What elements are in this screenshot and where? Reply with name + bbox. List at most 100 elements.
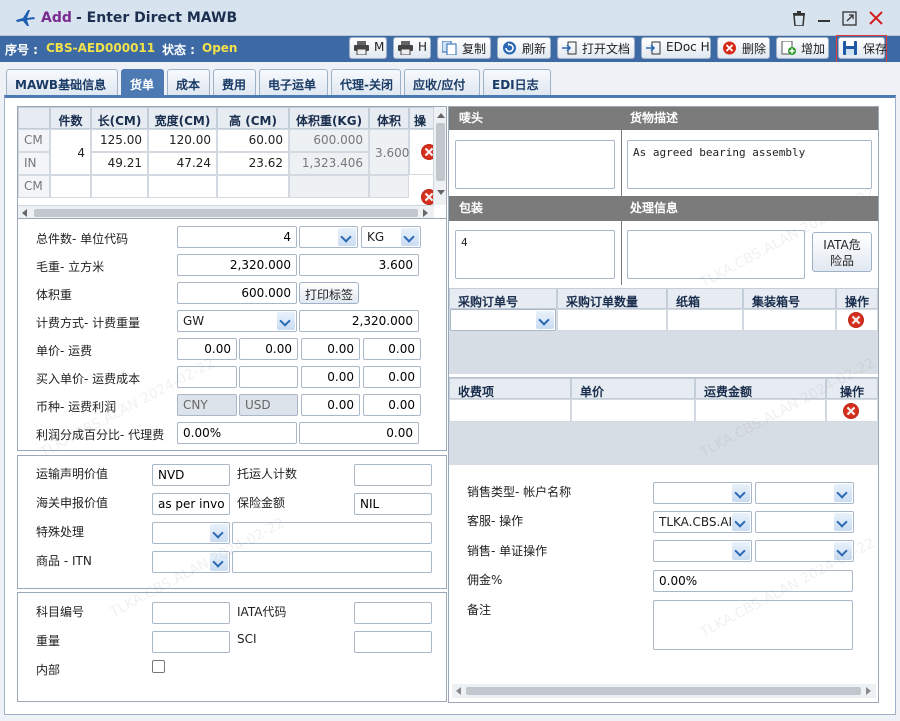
sci-input[interactable] xyxy=(354,631,432,653)
handling-info-textarea[interactable] xyxy=(627,230,805,279)
scroll-left-icon[interactable] xyxy=(456,687,461,695)
tab-ar-ap[interactable]: 应收/应付 xyxy=(404,69,480,95)
tab-fees[interactable]: 费用 xyxy=(213,69,256,95)
po-carton-cell[interactable] xyxy=(667,309,743,331)
tab-mawb-basic[interactable]: MAWB基础信息 xyxy=(6,69,118,95)
fee-amount-cell[interactable] xyxy=(695,399,826,422)
po-container-cell[interactable] xyxy=(743,309,836,331)
length-cell[interactable] xyxy=(91,175,148,198)
fee-unit-price-cell[interactable] xyxy=(571,399,695,422)
weight-input[interactable] xyxy=(152,631,230,653)
right-horizontal-scrollbar[interactable] xyxy=(452,684,876,698)
freight-profit-input[interactable] xyxy=(301,394,360,416)
tab-cost[interactable]: 成本 xyxy=(167,69,210,95)
commodity-select[interactable] xyxy=(152,551,230,573)
special-handling-select[interactable] xyxy=(152,522,230,544)
print-label-button[interactable]: 打印标签 xyxy=(299,282,359,304)
customs-value-input[interactable] xyxy=(152,493,230,515)
freight-input[interactable] xyxy=(301,338,360,360)
remark-textarea[interactable] xyxy=(653,600,853,650)
tab-edi-log[interactable]: EDI日志 xyxy=(483,69,551,95)
scroll-left-icon[interactable] xyxy=(22,209,27,217)
freight-cost-input[interactable] xyxy=(301,366,360,388)
length-cell[interactable]: 49.21 xyxy=(91,152,148,175)
cbm-input[interactable] xyxy=(299,254,419,276)
agent-fee-input[interactable] xyxy=(299,422,419,444)
unit-select-blank[interactable] xyxy=(299,226,358,248)
gross-weight-input[interactable] xyxy=(177,254,297,276)
width-cell[interactable]: 120.00 xyxy=(148,129,217,152)
freight-cost-input[interactable] xyxy=(363,366,421,388)
delete-row-icon[interactable] xyxy=(843,403,859,419)
scroll-down-icon[interactable] xyxy=(437,190,445,195)
carriage-value-input[interactable] xyxy=(152,464,230,486)
trash-icon[interactable] xyxy=(792,11,806,26)
scroll-right-icon[interactable] xyxy=(866,687,871,695)
internal-checkbox[interactable] xyxy=(152,660,165,673)
unit-price-input[interactable] xyxy=(239,338,298,360)
open-doc-button[interactable]: 打开文档 xyxy=(557,37,635,59)
save-button[interactable]: 保存 xyxy=(838,37,887,59)
sales-type-select[interactable] xyxy=(653,482,752,504)
shipper-count-input[interactable] xyxy=(354,464,432,486)
unit-price-input[interactable] xyxy=(177,338,237,360)
total-pieces-input[interactable] xyxy=(177,226,297,248)
profit-share-input[interactable] xyxy=(177,422,297,444)
buy-price-input[interactable] xyxy=(239,366,298,388)
iata-dg-button[interactable]: IATA危险品 xyxy=(812,232,872,272)
scroll-thumb[interactable] xyxy=(436,123,445,181)
freight-input[interactable] xyxy=(363,338,421,360)
operator-select[interactable] xyxy=(755,511,854,533)
po-number-select[interactable] xyxy=(450,309,556,331)
tab-agent-close[interactable]: 代理-关闭 xyxy=(331,69,401,95)
buy-price-input[interactable] xyxy=(177,366,237,388)
charge-weight-input[interactable] xyxy=(299,310,419,332)
height-cell[interactable]: 23.62 xyxy=(217,152,289,175)
width-cell[interactable]: 47.24 xyxy=(148,152,217,175)
print-h-button[interactable]: H xyxy=(393,37,431,59)
itn-input[interactable] xyxy=(232,551,432,573)
delete-row-icon[interactable] xyxy=(848,312,864,328)
account-name-select[interactable] xyxy=(755,482,854,504)
copy-button[interactable]: 复制 xyxy=(437,37,491,59)
unit-code-select[interactable]: KG xyxy=(361,226,421,248)
sales-select[interactable] xyxy=(653,540,752,562)
refresh-button[interactable]: 刷新 xyxy=(497,37,551,59)
delete-button[interactable]: 删除 xyxy=(717,37,770,59)
cs-select[interactable]: TLKA.CBS.AI xyxy=(653,511,752,533)
maximize-icon[interactable] xyxy=(842,11,857,26)
pieces-cell[interactable]: 4 xyxy=(50,129,91,175)
edoc-button[interactable]: EDoc H xyxy=(641,37,711,59)
minimize-icon[interactable] xyxy=(818,20,830,22)
vertical-scrollbar[interactable] xyxy=(433,107,446,205)
insurance-input[interactable] xyxy=(354,493,432,515)
po-qty-cell[interactable] xyxy=(557,309,667,331)
fee-item-cell[interactable] xyxy=(449,399,571,422)
account-number-input[interactable] xyxy=(152,602,230,624)
scroll-up-icon[interactable] xyxy=(437,113,445,118)
scroll-right-icon[interactable] xyxy=(423,209,428,217)
close-icon[interactable] xyxy=(869,11,883,25)
length-cell[interactable]: 125.00 xyxy=(91,129,148,152)
iata-code-input[interactable] xyxy=(354,602,432,624)
scroll-thumb[interactable] xyxy=(34,209,418,217)
goods-desc-textarea[interactable]: As agreed bearing assembly xyxy=(627,140,872,189)
volume-weight-input[interactable] xyxy=(177,282,297,304)
height-cell[interactable]: 60.00 xyxy=(217,129,289,152)
tab-eawb[interactable]: 电子运单 xyxy=(259,69,328,95)
add-button[interactable]: 增加 xyxy=(776,37,829,59)
doc-operator-select[interactable] xyxy=(755,540,854,562)
commission-input[interactable] xyxy=(653,570,853,592)
freight-profit-input[interactable] xyxy=(363,394,421,416)
packing-textarea[interactable]: 4 xyxy=(455,230,615,279)
width-cell[interactable] xyxy=(148,175,217,198)
special-handling-input[interactable] xyxy=(232,522,432,544)
pieces-cell[interactable] xyxy=(50,175,91,198)
charge-method-select[interactable]: GW xyxy=(177,310,297,332)
horizontal-scrollbar[interactable] xyxy=(18,205,434,218)
print-m-button[interactable]: M xyxy=(349,37,387,59)
marks-textarea[interactable] xyxy=(455,140,615,189)
tab-cargo[interactable]: 货单 xyxy=(121,69,164,95)
height-cell[interactable] xyxy=(217,175,289,198)
scroll-thumb[interactable] xyxy=(466,687,861,695)
